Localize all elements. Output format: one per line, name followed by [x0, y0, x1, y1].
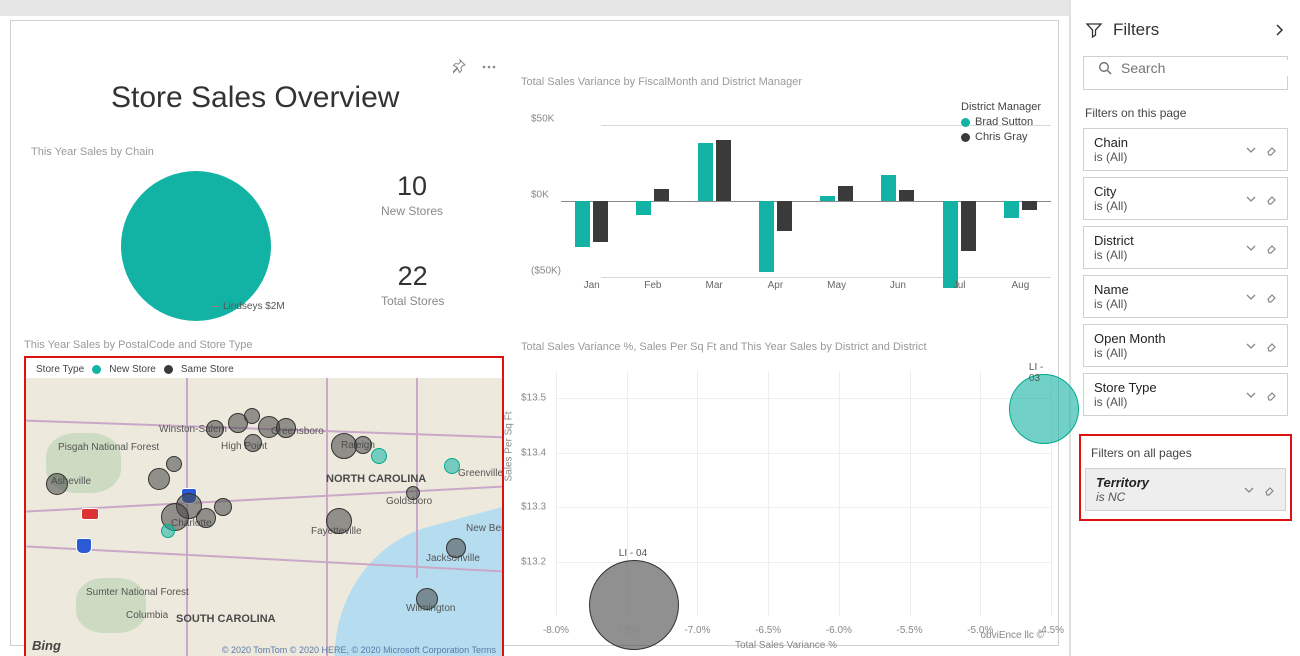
chevron-down-icon[interactable] [1245, 389, 1257, 401]
eraser-icon[interactable] [1265, 242, 1277, 254]
filter-icon [1085, 21, 1103, 39]
filters-title: Filters [1113, 20, 1262, 40]
ytick-0k: $0K [531, 190, 1045, 201]
bar-Apr-1[interactable] [777, 201, 792, 231]
scatter-point-LI - 03[interactable] [1009, 374, 1079, 444]
filter-card-territory[interactable]: Territory is NC [1085, 468, 1286, 511]
filter-card-store-type[interactable]: Store Typeis (All) [1083, 373, 1288, 416]
map-title: This Year Sales by PostalCode and Store … [24, 339, 253, 351]
eraser-icon[interactable] [1265, 291, 1277, 303]
bar-Jan-1[interactable] [593, 201, 608, 242]
search-icon [1098, 61, 1113, 76]
filter-card-district[interactable]: Districtis (All) [1083, 226, 1288, 269]
legend-dot-new [92, 365, 101, 374]
kpi-new-stores[interactable]: 10 New Stores [381, 171, 443, 218]
bar-Feb-0[interactable] [636, 201, 651, 215]
filter-search-input[interactable] [1121, 60, 1300, 76]
pin-icon[interactable] [451, 59, 467, 75]
scatter-title: Total Sales Variance %, Sales Per Sq Ft … [521, 341, 927, 353]
scatter-chart[interactable]: Sales Per Sq Ft Total Sales Variance % L… [521, 361, 1051, 651]
chevron-down-icon[interactable] [1245, 340, 1257, 352]
chevron-down-icon[interactable] [1245, 242, 1257, 254]
scatter-point-LI - 04[interactable] [589, 560, 679, 650]
watermark: obviEnce llc © [980, 630, 1044, 641]
pie-title: This Year Sales by Chain [31, 146, 154, 158]
map-area[interactable]: NORTH CAROLINA SOUTH CAROLINA Winston-Sa… [26, 378, 502, 656]
bar-legend: District Manager Brad Sutton Chris Gray [961, 101, 1041, 143]
filter-search[interactable] [1083, 56, 1288, 90]
section-all-filters: Filters on all pages [1085, 442, 1286, 468]
map-visual[interactable]: Store Type New Store Same Store [24, 356, 504, 656]
bing-logo: Bing [32, 638, 61, 653]
section-page-filters: Filters on this page [1071, 102, 1300, 128]
chevron-down-icon[interactable] [1245, 291, 1257, 303]
report-canvas[interactable]: Store Sales Overview This Year Sales by … [0, 0, 1070, 656]
filter-card-open-month[interactable]: Open Monthis (All) [1083, 324, 1288, 367]
eraser-icon[interactable] [1265, 389, 1277, 401]
chevron-down-icon[interactable] [1245, 193, 1257, 205]
bar-title: Total Sales Variance by FiscalMonth and … [521, 76, 802, 88]
filter-card-city[interactable]: Cityis (All) [1083, 177, 1288, 220]
legend-dot-same [164, 365, 173, 374]
map-terms-link[interactable]: Terms [472, 645, 497, 655]
kpi-total-stores[interactable]: 22 Total Stores [381, 261, 444, 308]
pie-legend: Lindseys $2M [211, 301, 285, 312]
pie-chart[interactable] [121, 171, 271, 321]
bar-Aug-0[interactable] [1004, 201, 1019, 218]
ytick-neg50k: ($50K) [531, 266, 1045, 277]
filter-card-name[interactable]: Nameis (All) [1083, 275, 1288, 318]
bar-Aug-1[interactable] [1022, 201, 1037, 210]
chevron-down-icon[interactable] [1243, 484, 1255, 496]
page-title: Store Sales Overview [111, 81, 399, 115]
bar-Jan-0[interactable] [575, 201, 590, 247]
bar-Apr-0[interactable] [759, 201, 774, 272]
bar-Jul-1[interactable] [961, 201, 976, 251]
eraser-icon[interactable] [1263, 484, 1275, 496]
chevron-down-icon[interactable] [1245, 144, 1257, 156]
eraser-icon[interactable] [1265, 144, 1277, 156]
window-chrome [0, 0, 1069, 16]
eraser-icon[interactable] [1265, 340, 1277, 352]
eraser-icon[interactable] [1265, 193, 1277, 205]
more-options-icon[interactable] [481, 59, 497, 75]
filters-pane[interactable]: Filters Filters on this page Chainis (Al… [1070, 0, 1300, 656]
expand-pane-icon[interactable] [1272, 23, 1286, 37]
all-pages-highlight: Filters on all pages Territory is NC [1079, 434, 1292, 521]
map-attribution: © 2020 TomTom © 2020 HERE, © 2020 Micros… [222, 645, 496, 655]
filter-card-chain[interactable]: Chainis (All) [1083, 128, 1288, 171]
